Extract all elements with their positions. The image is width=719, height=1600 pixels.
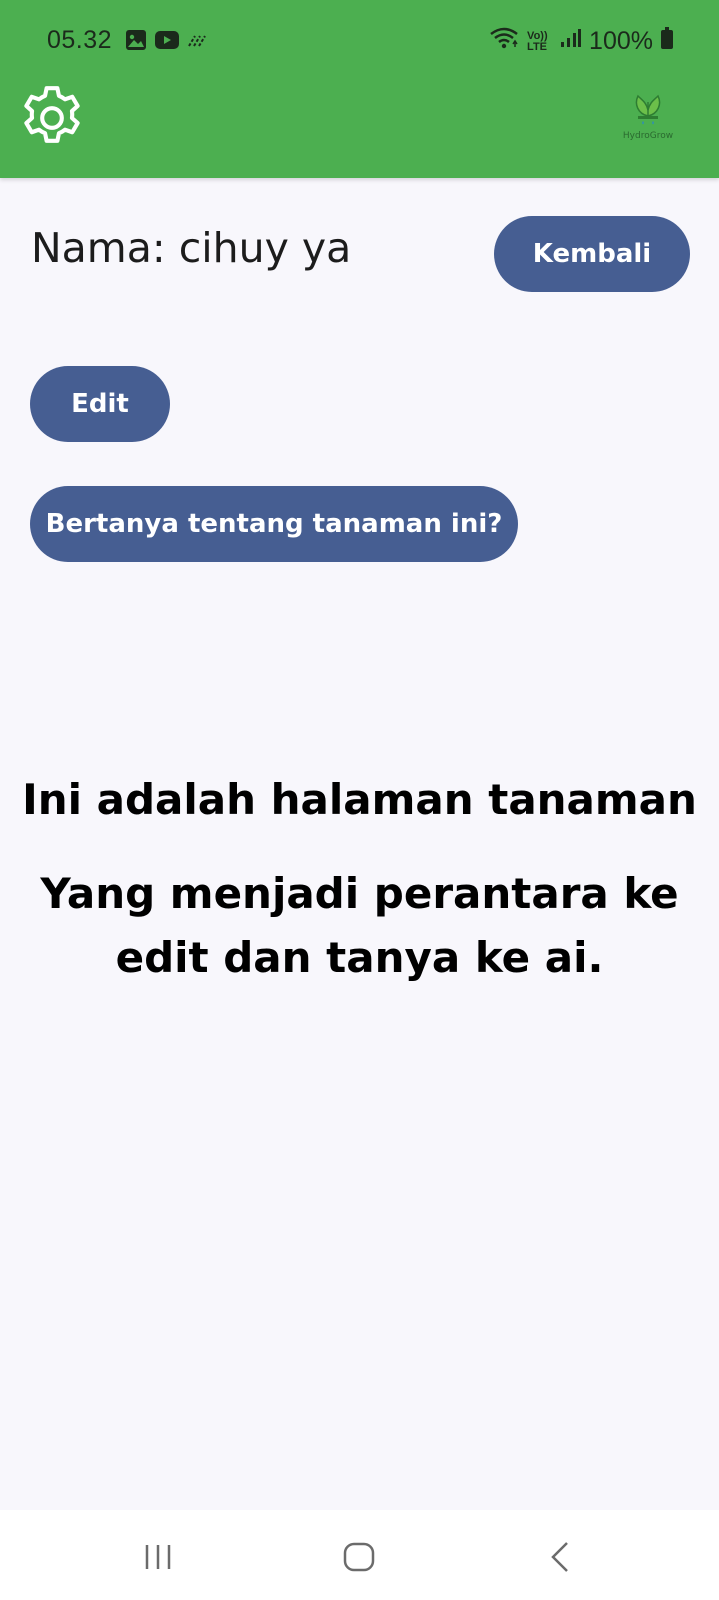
notification-icons (124, 28, 208, 59)
status-bar: 05.32 Vo)) LTE 100% (0, 20, 719, 62)
hydrogrow-logo: HydroGrow (619, 88, 677, 150)
status-time: 05.32 (47, 26, 113, 54)
gallery-icon (124, 28, 148, 59)
page-description: Yang menjadi perantara ke edit dan tanya… (40, 869, 679, 982)
edit-button[interactable]: Edit (30, 366, 170, 442)
back-icon (536, 1542, 586, 1586)
page-headline: Ini adalah halaman tanaman (22, 775, 697, 824)
battery-icon (661, 27, 673, 56)
volte-icon: Vo)) LTE (527, 29, 548, 53)
settings-button[interactable] (14, 80, 90, 156)
back-nav-button[interactable] (536, 1532, 586, 1582)
gear-icon (14, 86, 90, 160)
battery-percent: 100% (589, 27, 653, 55)
sync-icon (186, 29, 208, 58)
logo-text: HydroGrow (622, 131, 674, 141)
app-header: 05.32 Vo)) LTE 100% HydroGrow (0, 0, 719, 178)
wifi-icon (489, 26, 519, 57)
home-icon (335, 1542, 385, 1586)
youtube-icon (154, 28, 180, 59)
recent-apps-icon (134, 1545, 184, 1586)
ask-plant-button[interactable]: Bertanya tentang tanaman ini? (30, 486, 518, 562)
plant-name-label: Nama: cihuy ya (31, 224, 352, 272)
back-button[interactable]: Kembali (494, 216, 690, 292)
recent-apps-button[interactable] (134, 1532, 184, 1582)
signal-icon (559, 27, 582, 56)
logo-plant-icon (635, 94, 661, 125)
system-icons: Vo)) LTE 100% (489, 26, 673, 57)
system-nav-bar (0, 1510, 719, 1600)
home-button[interactable] (335, 1532, 385, 1582)
